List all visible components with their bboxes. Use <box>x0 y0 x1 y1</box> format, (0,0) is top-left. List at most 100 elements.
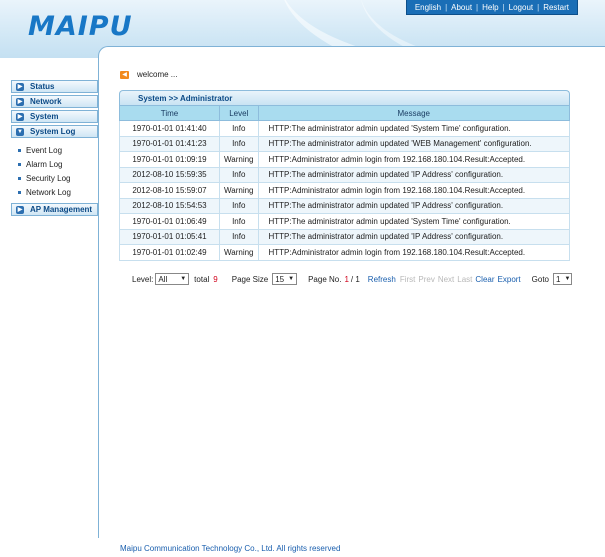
next-page-link[interactable]: Next <box>438 275 454 284</box>
cell-time: 1970-01-01 01:02:49 <box>119 244 220 261</box>
cell-level: Info <box>219 197 259 214</box>
cell-level: Warning <box>219 182 259 199</box>
level-label: Level: <box>132 274 154 284</box>
submenu-label: Event Log <box>26 145 63 155</box>
menu-network[interactable]: ▶ Network <box>11 95 98 108</box>
cell-time: 1970-01-01 01:09:19 <box>119 151 220 168</box>
menu-status-label: Status <box>30 82 55 91</box>
cell-level: Info <box>219 135 259 152</box>
page-size-label: Page Size <box>231 274 269 284</box>
goto-value: 1 <box>556 274 561 284</box>
cell-level: Warning <box>219 244 259 261</box>
chevron-down-icon: ▼ <box>564 276 571 282</box>
submenu-label: Security Log <box>26 173 71 183</box>
cell-message: HTTP:The administrator admin updated 'IP… <box>257 228 570 245</box>
page-total: / 1 <box>350 274 360 284</box>
menu-system-log-label: System Log <box>30 127 76 136</box>
cell-level: Info <box>219 120 259 137</box>
table-row: 1970-01-01 01:05:41 Info HTTP:The admini… <box>119 228 570 245</box>
bullet-icon <box>18 162 21 166</box>
menu-system-log[interactable]: ▼ System Log <box>11 125 98 138</box>
main-content: ◀ welcome ... System >> Administrator Ti… <box>98 46 605 538</box>
cell-time: 1970-01-01 01:06:49 <box>119 213 220 230</box>
footer-copyright: Maipu Communication Technology Co., Ltd.… <box>120 544 341 553</box>
english-link[interactable]: English <box>413 3 443 12</box>
level-select-value: All <box>158 274 168 284</box>
about-link[interactable]: About <box>449 3 474 12</box>
maipu-logo: MAIPU <box>28 11 133 42</box>
chevron-down-icon: ▼ <box>288 276 295 282</box>
total-label: total <box>194 274 210 284</box>
speaker-icon: ◀ <box>120 70 129 79</box>
cell-message: HTTP:Administrator admin login from 192.… <box>257 151 570 168</box>
table-row: 1970-01-01 01:09:19 Warning HTTP:Adminis… <box>119 151 570 168</box>
goto-label: Goto <box>531 274 549 284</box>
menu-ap-management[interactable]: ▶ AP Management <box>11 203 98 216</box>
prev-page-link[interactable]: Prev <box>418 275 434 284</box>
system-log-submenu: Event Log Alarm Log Security Log Network… <box>11 140 98 203</box>
page-size-select[interactable]: 15 ▼ <box>272 273 298 285</box>
cell-time: 1970-01-01 01:05:41 <box>119 228 220 245</box>
refresh-link[interactable]: Refresh <box>368 275 396 284</box>
cell-level: Warning <box>219 151 259 168</box>
submenu-label: Network Log <box>26 187 71 197</box>
bullet-icon <box>18 176 21 180</box>
table-row: 1970-01-01 01:06:49 Info HTTP:The admini… <box>119 213 570 230</box>
log-panel: System >> Administrator Time Level Messa… <box>119 90 570 261</box>
cell-time: 1970-01-01 01:41:40 <box>119 120 220 137</box>
cell-time: 1970-01-01 01:41:23 <box>119 135 220 152</box>
submenu-network-log[interactable]: Network Log <box>11 185 98 199</box>
submenu-label: Alarm Log <box>26 159 63 169</box>
table-row: 2012-08-10 15:59:35 Info HTTP:The admini… <box>119 166 570 183</box>
bullet-icon <box>18 148 21 152</box>
level-select[interactable]: All ▼ <box>155 273 190 285</box>
restart-link[interactable]: Restart <box>541 3 571 12</box>
table-row: 1970-01-01 01:02:49 Warning HTTP:Adminis… <box>119 244 570 261</box>
total-count: 9 <box>213 274 218 284</box>
menu-system[interactable]: ▶ System <box>11 110 98 123</box>
pager-bar: Level: All ▼ total 9 Page Size 15 ▼ Page… <box>132 273 572 285</box>
cell-level: Info <box>219 228 259 245</box>
submenu-security-log[interactable]: Security Log <box>11 171 98 185</box>
header-time[interactable]: Time <box>119 105 220 121</box>
logout-link[interactable]: Logout <box>507 3 535 12</box>
cell-time: 2012-08-10 15:54:53 <box>119 197 220 214</box>
cell-time: 2012-08-10 15:59:07 <box>119 182 220 199</box>
menu-network-label: Network <box>30 97 62 106</box>
bullet-icon <box>18 190 21 194</box>
first-page-link[interactable]: First <box>400 275 416 284</box>
header-message[interactable]: Message <box>257 105 570 121</box>
welcome-bar: ◀ welcome ... <box>120 70 177 79</box>
submenu-alarm-log[interactable]: Alarm Log <box>11 157 98 171</box>
welcome-text: welcome ... <box>137 70 178 79</box>
table-row: 1970-01-01 01:41:40 Info HTTP:The admini… <box>119 120 570 137</box>
menu-status[interactable]: ▶ Status <box>11 80 98 93</box>
cell-message: HTTP:The administrator admin updated 'IP… <box>257 166 570 183</box>
cell-time: 2012-08-10 15:59:35 <box>119 166 220 183</box>
table-row: 2012-08-10 15:54:53 Info HTTP:The admini… <box>119 197 570 214</box>
export-link[interactable]: Export <box>498 275 521 284</box>
cell-message: HTTP:Administrator admin login from 192.… <box>257 244 570 261</box>
breadcrumb: System >> Administrator <box>119 90 570 105</box>
clear-link[interactable]: Clear <box>475 275 494 284</box>
top-navigation: English | About | Help | Logout | Restar… <box>405 0 578 15</box>
expand-arrow-icon: ▶ <box>16 112 24 121</box>
header-level[interactable]: Level <box>219 105 259 121</box>
table-row: 1970-01-01 01:41:23 Info HTTP:The admini… <box>119 135 570 152</box>
cell-message: HTTP:The administrator admin updated 'Sy… <box>257 213 570 230</box>
last-page-link[interactable]: Last <box>457 275 472 284</box>
cell-message: HTTP:Administrator admin login from 192.… <box>257 182 570 199</box>
submenu-event-log[interactable]: Event Log <box>11 143 98 157</box>
cell-message: HTTP:The administrator admin updated 'WE… <box>257 135 570 152</box>
menu-ap-management-label: AP Management <box>30 205 93 214</box>
expand-arrow-icon: ▼ <box>16 127 24 136</box>
chevron-down-icon: ▼ <box>180 276 187 282</box>
help-link[interactable]: Help <box>480 3 500 12</box>
goto-select[interactable]: 1 ▼ <box>553 273 572 285</box>
table-row: 2012-08-10 15:59:07 Warning HTTP:Adminis… <box>119 182 570 199</box>
table-header-row: Time Level Message <box>119 105 570 121</box>
cell-level: Info <box>219 166 259 183</box>
log-table: Time Level Message 1970-01-01 01:41:40 I… <box>119 105 570 261</box>
menu-system-label: System <box>30 112 59 121</box>
current-page: 1 <box>344 274 349 284</box>
